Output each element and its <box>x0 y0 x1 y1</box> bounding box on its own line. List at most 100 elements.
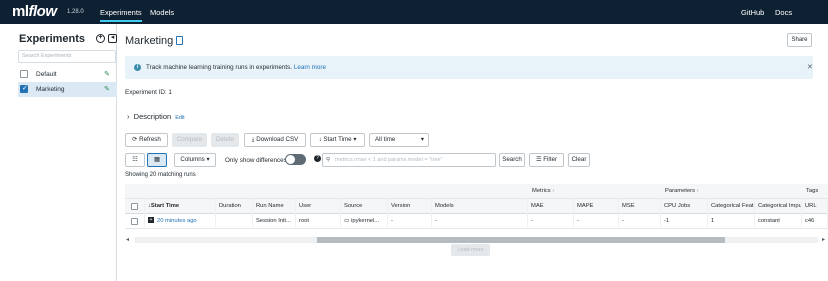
experiment-search-input[interactable]: Search Experiments <box>18 50 116 63</box>
col-models[interactable]: Models <box>432 199 528 214</box>
only-differences-toggle[interactable] <box>285 154 306 165</box>
load-more-button[interactable]: Load more <box>451 244 490 256</box>
table-view-button[interactable]: ▦ <box>147 153 167 167</box>
search-icon: ⚲ <box>326 157 331 163</box>
experiment-label: Default <box>36 71 57 78</box>
cell-version: - <box>388 214 432 229</box>
table-header-group-empty <box>125 184 528 199</box>
edit-pencil-icon[interactable]: ✎ <box>104 70 110 78</box>
only-differences-label: Only show differences <box>225 157 287 164</box>
col-mae[interactable]: MAE <box>528 199 574 214</box>
cell-run-name[interactable]: Session Init... <box>253 214 296 229</box>
chevron-down-icon: ▾ <box>206 156 210 163</box>
info-text: Track machine learning training runs in … <box>146 64 327 71</box>
col-cpu-jobs[interactable]: CPU Jobs <box>661 199 708 214</box>
cell-categorical-impu: constant <box>755 214 802 229</box>
info-icon: i <box>134 64 141 71</box>
cell-mape: - <box>574 214 619 229</box>
filter-icon: ☰ <box>535 156 542 163</box>
scrollbar-track[interactable] <box>135 237 818 243</box>
page-title: Marketing <box>125 35 174 47</box>
experiment-id: Experiment ID: 1 <box>125 89 172 96</box>
scroll-left-icon[interactable]: ◂ <box>126 236 129 243</box>
col-url[interactable]: URL <box>802 199 828 214</box>
edit-pencil-icon[interactable]: ✎ <box>104 85 110 93</box>
cell-cpu-jobs: -1 <box>661 214 708 229</box>
col-categorical-impu[interactable]: Categorical Impu <box>755 199 802 214</box>
share-button[interactable]: Share <box>787 33 812 47</box>
tags-group-header[interactable]: Tags <box>802 184 828 199</box>
experiment-item-default[interactable]: Default ✎ <box>18 67 117 82</box>
experiment-label: Marketing <box>36 86 65 93</box>
cell-duration <box>216 214 253 229</box>
horizontal-scrollbar[interactable]: ◂ ▸ <box>125 237 828 243</box>
row-select-cell <box>125 214 145 229</box>
check-icon: ✓ <box>22 85 28 92</box>
sort-select[interactable]: ↓ Start Time ▾ <box>310 133 365 147</box>
learn-more-link[interactable]: Learn more <box>294 64 326 71</box>
expand-icon[interactable]: + <box>148 217 154 224</box>
col-duration[interactable]: Duration <box>216 199 253 214</box>
download-csv-button[interactable]: ⤓ Download CSV <box>244 133 306 147</box>
cell-mae: - <box>528 214 574 229</box>
table-icon: ▦ <box>154 156 160 163</box>
close-icon[interactable]: ✕ <box>807 63 813 71</box>
table-row[interactable]: +20 minutes ago Session Init... root ▭ i… <box>125 214 828 229</box>
notebook-icon: ▭ <box>344 218 350 224</box>
copy-icon[interactable] <box>176 36 183 45</box>
list-icon: ☷ <box>132 156 138 163</box>
col-run-name[interactable]: Run Name <box>253 199 296 214</box>
refresh-button[interactable]: ⟳ Refresh <box>125 133 168 147</box>
add-experiment-icon[interactable]: + <box>96 34 105 43</box>
nav-models[interactable]: Models <box>150 8 174 17</box>
collapse-sidebar-icon[interactable]: ◂ <box>108 34 117 43</box>
cell-source[interactable]: ▭ ipykernel... <box>341 214 388 229</box>
toggle-knob <box>286 155 295 164</box>
columns-button[interactable]: Columns ▾ <box>174 153 216 167</box>
metrics-group-header[interactable]: Metrics › <box>528 184 661 199</box>
refresh-icon: ⟳ <box>132 136 138 143</box>
nav-github[interactable]: GitHub <box>741 8 764 17</box>
experiment-item-marketing[interactable]: ✓ Marketing ✎ <box>18 82 117 97</box>
matching-runs-count: Showing 20 matching runs <box>125 172 196 178</box>
delete-button[interactable]: Delete <box>211 133 239 147</box>
parameters-group-header[interactable]: Parameters › <box>661 184 802 199</box>
sort-arrow-icon: ↓ <box>318 136 322 143</box>
sidebar-title: Experiments <box>19 33 86 45</box>
col-mape[interactable]: MAPE <box>574 199 619 214</box>
nav-docs[interactable]: Docs <box>775 8 792 17</box>
select-all-cell <box>125 199 145 214</box>
mlflow-logo[interactable]: mlflow <box>12 3 57 20</box>
scroll-right-icon[interactable]: ▸ <box>822 236 825 243</box>
scrollbar-thumb[interactable] <box>317 237 725 243</box>
nav-experiments[interactable]: Experiments <box>100 8 142 22</box>
col-version[interactable]: Version <box>388 199 432 214</box>
time-select[interactable]: All time ▾ <box>369 133 429 147</box>
version-label: 1.28.0 <box>67 9 84 15</box>
description-toggle[interactable]: › Description Edit <box>127 112 185 121</box>
help-icon[interactable]: ? <box>314 155 321 162</box>
select-all-checkbox[interactable] <box>131 203 138 210</box>
table-header-row: ↓Start Time Duration Run Name User Sourc… <box>125 199 828 214</box>
col-categorical-feat[interactable]: Categorical Feat <box>708 199 755 214</box>
chevron-right-icon: › <box>127 112 130 121</box>
experiment-checkbox[interactable] <box>20 70 28 78</box>
description-edit-link[interactable]: Edit <box>175 115 184 121</box>
top-navbar: mlflow 1.28.0 Experiments Models GitHub … <box>0 0 828 24</box>
compare-button[interactable]: Compare <box>172 133 207 147</box>
search-button[interactable]: Search <box>499 153 525 167</box>
filter-button[interactable]: ☰ Filter <box>529 153 564 167</box>
cell-url: c46 <box>802 214 828 229</box>
run-search-input[interactable]: ⚲ metrics.rmse < 1 and params.model = "tr… <box>322 153 496 167</box>
col-source[interactable]: Source <box>341 199 388 214</box>
cell-mse: - <box>619 214 661 229</box>
list-view-button[interactable]: ☷ <box>125 153 145 167</box>
info-banner: i Track machine learning training runs i… <box>125 56 813 79</box>
cell-start-time[interactable]: +20 minutes ago <box>145 214 216 229</box>
col-start-time[interactable]: ↓Start Time <box>145 199 216 214</box>
row-checkbox[interactable] <box>131 218 138 225</box>
experiment-checkbox[interactable]: ✓ <box>20 85 28 93</box>
col-user[interactable]: User <box>296 199 341 214</box>
col-mse[interactable]: MSE <box>619 199 661 214</box>
clear-button[interactable]: Clear <box>568 153 590 167</box>
